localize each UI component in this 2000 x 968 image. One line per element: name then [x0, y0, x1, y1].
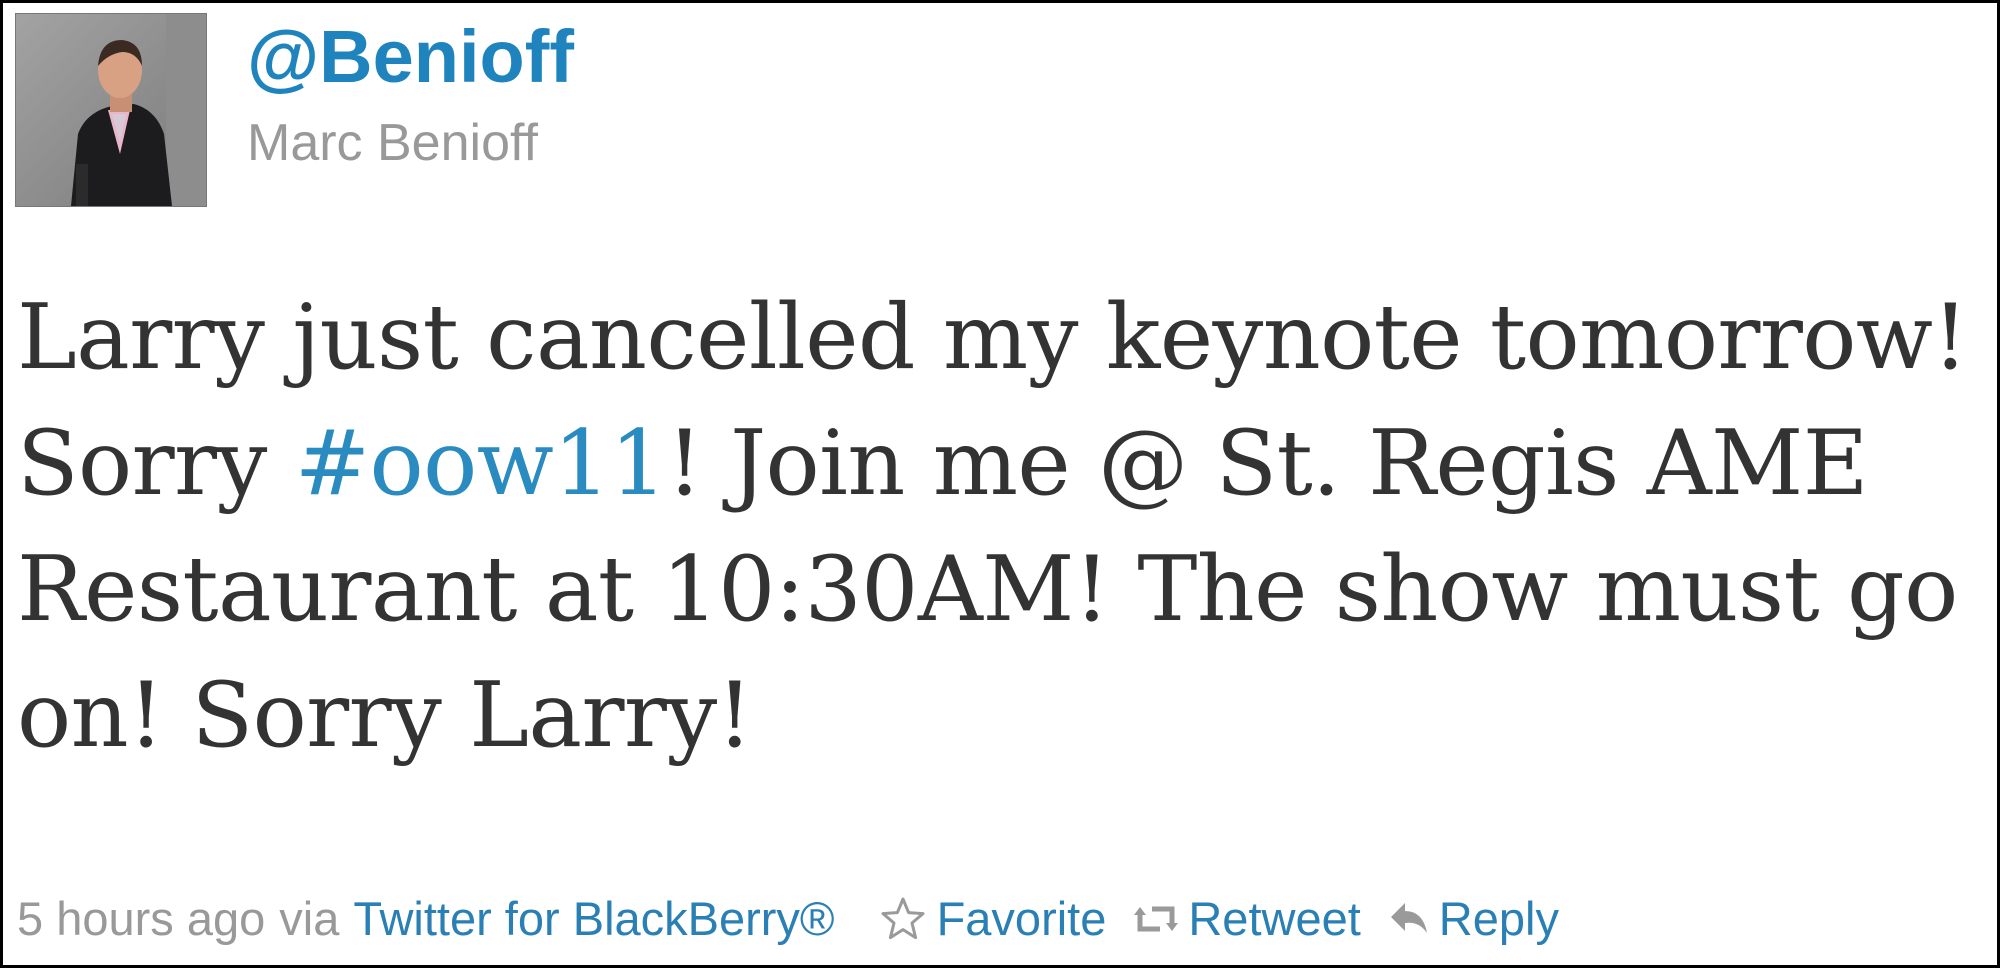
reply-arrow-icon	[1390, 903, 1427, 933]
retweet-label: Retweet	[1188, 892, 1361, 945]
avatar[interactable]	[15, 13, 207, 207]
reply-label: Reply	[1438, 892, 1559, 945]
tweet-text: Larry just cancelled my keynote tomorrow…	[17, 275, 1992, 779]
timestamp-link[interactable]: 5 hours ago	[17, 891, 265, 947]
tweet-card: @Benioff Marc Benioff Larry just cancell…	[0, 0, 2000, 968]
user-handle[interactable]: @Benioff	[247, 15, 574, 99]
retweet-icon	[1134, 906, 1179, 932]
retweet-button[interactable]: Retweet	[1134, 891, 1361, 947]
favorite-button[interactable]: Favorite	[879, 891, 1107, 947]
hashtag-link[interactable]: #oow11	[295, 411, 667, 516]
favorite-label: Favorite	[936, 892, 1107, 945]
star-icon	[881, 897, 925, 940]
source-link[interactable]: Twitter for BlackBerry®	[353, 891, 834, 947]
via-label: via	[279, 892, 340, 945]
tweet-meta: 5 hours ago via Twitter for BlackBerry® …	[17, 891, 1559, 947]
profile-photo	[16, 14, 206, 206]
user-full-name: Marc Benioff	[247, 114, 538, 172]
reply-button[interactable]: Reply	[1389, 891, 1559, 947]
